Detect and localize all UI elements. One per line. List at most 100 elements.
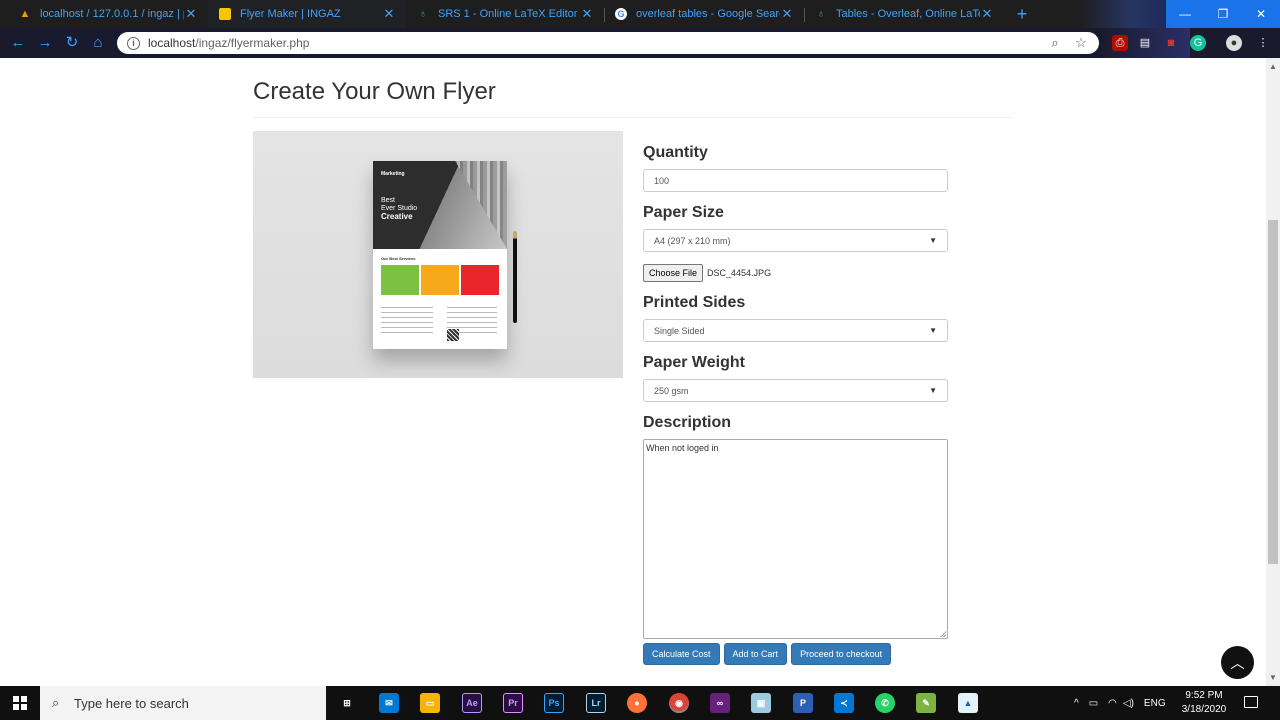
pdf-extension-icon[interactable]: ⎙ [1112,35,1128,51]
forward-icon[interactable]: → [36,34,54,52]
reload-icon[interactable]: ↻ [63,34,81,52]
description-label: Description [643,414,732,431]
scrollbar-thumb[interactable] [1268,220,1278,564]
close-icon[interactable]: ✕ [780,6,794,22]
tab-label: Flyer Maker | INGAZ [240,8,341,20]
page-scrollbar[interactable]: ▲ ▼ [1266,58,1280,686]
after-effects-icon[interactable]: Ae [462,693,482,713]
file-name: DSC_4454.JPG [707,268,772,278]
tab-google-search[interactable]: G overleaf tables - Google Search ✕ [604,0,804,28]
tab-label: SRS 1 - Online LaTeX Editor Over [438,8,580,20]
proceed-to-checkout-button[interactable]: Proceed to checkout [791,643,892,665]
wifi-icon[interactable]: ◠ [1108,698,1117,709]
flyer-service-box [461,265,499,295]
flyer-headline-bold: Creative [381,212,413,221]
paper-weight-select[interactable]: 250 gsm ▼ [643,379,948,402]
tab-tables-overleaf[interactable]: ♁ Tables - Overleaf, Online LaTeX E ✕ [804,0,1004,28]
minimize-icon[interactable]: — [1166,0,1204,28]
clock[interactable]: 9:52 PM 3/18/2020 [1180,689,1228,717]
taskbar-search[interactable]: ⌕ Type here to search [40,686,326,720]
editor-icon[interactable]: ✎ [916,693,936,713]
chevron-up-icon[interactable]: ^ [1074,698,1079,709]
quantity-label: Quantity [643,144,708,161]
vscode-icon[interactable]: ≺ [834,693,854,713]
close-icon[interactable]: ✕ [382,6,396,22]
add-to-cart-button[interactable]: Add to Cart [723,643,788,665]
close-icon[interactable]: ✕ [184,6,198,22]
whatsapp-icon[interactable]: ✆ [875,693,895,713]
paper-size-select[interactable]: A4 (297 x 210 mm) ▼ [643,229,948,252]
date: 3/18/2020 [1181,704,1227,715]
task-view-icon[interactable]: ⊞ [337,693,357,713]
flyer-headline: Best Ever Studio Creative [381,197,417,222]
close-icon[interactable]: ✕ [580,6,594,22]
scroll-up-icon[interactable]: ▲ [1269,62,1277,71]
printed-sides-label: Printed Sides [643,294,746,311]
paper-weight-label: Paper Weight [643,354,745,371]
search-icon: ⌕ [52,695,60,710]
overleaf-icon: ♁ [816,8,826,20]
scroll-to-top-button[interactable]: ︿ [1221,646,1254,679]
maximize-icon[interactable]: ❐ [1204,0,1242,28]
firefox-icon[interactable]: ● [627,693,647,713]
start-button[interactable] [0,686,40,720]
language-indicator[interactable]: ENG [1144,698,1166,709]
lightroom-icon[interactable]: Lr [586,693,606,713]
search-placeholder: Type here to search [74,695,189,711]
photos-icon[interactable]: ▲ [958,693,978,713]
choose-file-button[interactable]: Choose File [643,264,704,282]
pocket-extension-icon[interactable]: ◙ [1163,35,1179,51]
file-explorer-icon[interactable]: ▭ [420,693,440,713]
printed-sides-select[interactable]: Single Sided ▼ [643,319,948,342]
battery-icon[interactable]: ▭ [1089,698,1098,709]
close-icon[interactable]: ✕ [980,6,994,22]
virtualbox-icon[interactable]: ▣ [751,693,771,713]
star-icon[interactable]: ☆ [1073,35,1089,51]
back-icon[interactable]: ← [9,34,27,52]
google-icon: G [614,7,628,21]
description-textarea[interactable]: When not loged in [643,439,948,639]
premiere-icon[interactable]: Pr [503,693,523,713]
volume-icon[interactable]: ◁) [1123,698,1134,709]
info-icon[interactable]: i [127,36,140,50]
home-icon[interactable]: ⌂ [89,34,107,52]
phpmyadmin-icon: ▲ [19,8,31,20]
tab-flyer-maker[interactable]: Flyer Maker | INGAZ ✕ [208,0,406,28]
page-title: Create Your Own Flyer [253,78,496,105]
calculate-cost-button[interactable]: Calculate Cost [643,643,720,665]
notes-extension-icon[interactable]: ▤ [1137,35,1153,51]
flyer-text-lines [381,307,433,337]
mail-icon[interactable]: ✉ [379,693,399,713]
photoshop-icon[interactable]: Ps [544,693,564,713]
tab-phpmyadmin[interactable]: ▲ localhost / 127.0.0.1 / ingaz | php ✕ [8,0,208,28]
flyer-preview-image: Marketing Best Ever Studio Creative Our … [253,131,623,378]
paper-weight-value: 250 gsm [654,385,689,396]
chevron-down-icon: ▼ [929,326,937,335]
scroll-down-icon[interactable]: ▼ [1269,673,1277,682]
windows-logo-icon [13,696,27,710]
zoom-icon[interactable]: ⌕ [1047,35,1063,51]
url-host: localhost [148,36,196,50]
flyer-mockup: Marketing Best Ever Studio Creative Our … [373,161,507,349]
quantity-input[interactable]: 100 [643,169,948,192]
browser-tab-bar: ▲ localhost / 127.0.0.1 / ingaz | php ✕ … [0,0,1280,28]
printed-sides-value: Single Sided [654,325,705,336]
flyer-service-box [421,265,459,295]
visual-studio-icon[interactable]: ∞ [710,693,730,713]
tab-srs1-overleaf[interactable]: ♁ SRS 1 - Online LaTeX Editor Over ✕ [406,0,604,28]
flyer-brand: Marketing [381,171,405,177]
chrome-icon[interactable]: ◉ [669,693,689,713]
pycharm-icon[interactable]: P [793,693,813,713]
window-close-icon[interactable]: ✕ [1242,0,1280,28]
grammarly-extension-icon[interactable]: G [1190,35,1206,51]
profile-avatar-icon[interactable]: ● [1226,35,1242,51]
notification-icon[interactable] [1244,696,1258,708]
tab-label: localhost / 127.0.0.1 / ingaz | php [40,8,184,20]
new-tab-button[interactable]: + [1013,4,1031,24]
resize-grip-icon[interactable] [940,631,946,637]
paper-size-value: A4 (297 x 210 mm) [654,235,731,246]
menu-icon[interactable]: ⋮ [1255,35,1271,51]
address-bar[interactable]: i localhost/ingaz/flyermaker.php ⌕ ☆ [117,32,1099,54]
url-text[interactable]: localhost/ingaz/flyermaker.php [148,36,1037,50]
pencil-graphic [513,231,517,323]
